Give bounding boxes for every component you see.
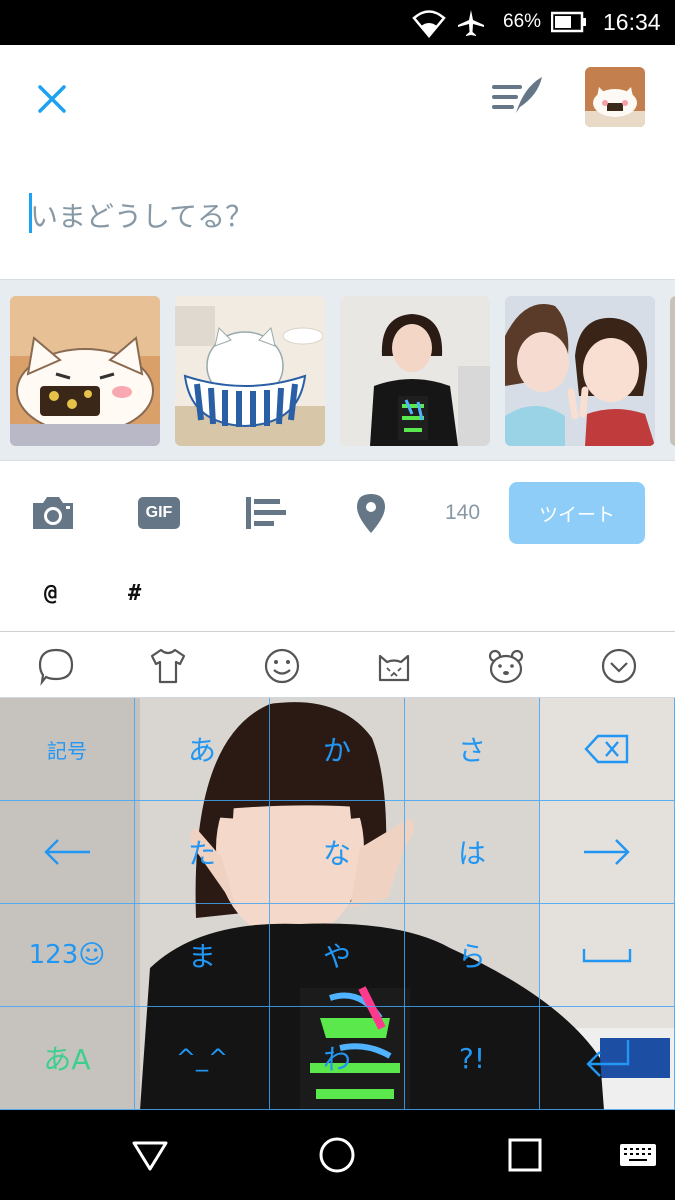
tweet-text-input[interactable]: いまどうしてる？	[30, 195, 253, 235]
key-number-mode[interactable]: 123☺	[0, 904, 135, 1007]
shirt-icon[interactable]	[148, 646, 188, 686]
compose-screen: いまどうしてる？ GIF 140 ツイート @ #	[0, 45, 675, 632]
camera-icon[interactable]	[29, 491, 77, 535]
android-nav-bar	[0, 1110, 675, 1200]
key-na-row[interactable]: な	[270, 801, 405, 904]
clock: 16:34	[603, 9, 661, 35]
location-icon[interactable]	[347, 491, 395, 535]
key-ma-row[interactable]: ま	[135, 904, 270, 1007]
key-cursor-right[interactable]	[540, 801, 675, 904]
home-icon[interactable]	[317, 1135, 357, 1175]
key-ka-row[interactable]: か	[270, 698, 405, 801]
key-a-row[interactable]: あ	[135, 698, 270, 801]
key-space[interactable]	[540, 904, 675, 1007]
key-ta-row[interactable]: た	[135, 801, 270, 904]
suggestion-bar: @ #	[0, 565, 675, 632]
arrow-right-icon	[584, 839, 630, 865]
wifi-icon	[412, 10, 446, 38]
photo-thumb-girl-pose[interactable]	[340, 296, 490, 446]
chat-bubble-icon[interactable]	[36, 646, 76, 686]
tweet-button[interactable]: ツイート	[509, 482, 645, 544]
hashtag-shortcut[interactable]: #	[128, 581, 141, 606]
key-symbols[interactable]: 記号	[0, 698, 135, 801]
mention-shortcut[interactable]: @	[44, 581, 57, 606]
key-cursor-left[interactable]	[0, 801, 135, 904]
key-ha-row[interactable]: は	[405, 801, 540, 904]
drafts-icon[interactable]	[490, 73, 544, 121]
bear-face-icon[interactable]	[486, 646, 526, 686]
keyboard-switch-icon[interactable]	[618, 1135, 658, 1175]
key-punctuation[interactable]: ?!	[405, 1007, 540, 1110]
flick-keyboard: 記号 あ か さ た な は 123☺ ま や ら あA ^_^ わ ?!	[0, 698, 675, 1110]
compose-toolbar: GIF 140 ツイート	[0, 461, 675, 565]
key-emoticon[interactable]: ^_^	[135, 1007, 270, 1110]
enter-icon	[586, 1040, 630, 1077]
backspace-icon	[584, 734, 629, 764]
keyboard-toolbar	[0, 632, 675, 698]
key-enter[interactable]	[540, 1007, 675, 1110]
space-icon	[582, 949, 632, 963]
smiley-icon[interactable]	[262, 646, 302, 686]
recent-photos-strip	[0, 279, 675, 461]
key-sa-row[interactable]: さ	[405, 698, 540, 801]
cat-face-icon[interactable]	[374, 646, 414, 686]
avatar[interactable]	[585, 67, 645, 127]
photo-thumb-cat-teacup[interactable]	[175, 296, 325, 446]
key-input-mode[interactable]: あA	[0, 1007, 135, 1110]
collapse-keyboard-icon[interactable]	[599, 646, 639, 686]
gif-icon[interactable]: GIF	[137, 491, 185, 535]
close-icon[interactable]	[30, 77, 74, 121]
battery-percent: 66%	[503, 11, 542, 32]
arrow-left-icon	[44, 839, 90, 865]
key-ya-row[interactable]: や	[270, 904, 405, 1007]
photo-thumb-cat-cake[interactable]	[10, 296, 160, 446]
photo-thumb-two-girls-selfie[interactable]	[505, 296, 655, 446]
battery-icon	[551, 11, 586, 33]
key-wa-row[interactable]: わ	[270, 1007, 405, 1110]
gif-icon-label: GIF	[138, 497, 180, 529]
recent-apps-icon[interactable]	[505, 1135, 545, 1175]
status-bar: 66% 16:34	[0, 0, 675, 45]
poll-icon[interactable]	[243, 491, 291, 535]
back-icon[interactable]	[130, 1135, 170, 1175]
photo-thumb-partial[interactable]	[670, 296, 675, 446]
character-counter: 140	[445, 501, 481, 524]
airplane-mode-icon	[458, 10, 484, 36]
key-ra-row[interactable]: ら	[405, 904, 540, 1007]
key-backspace[interactable]	[540, 698, 675, 801]
